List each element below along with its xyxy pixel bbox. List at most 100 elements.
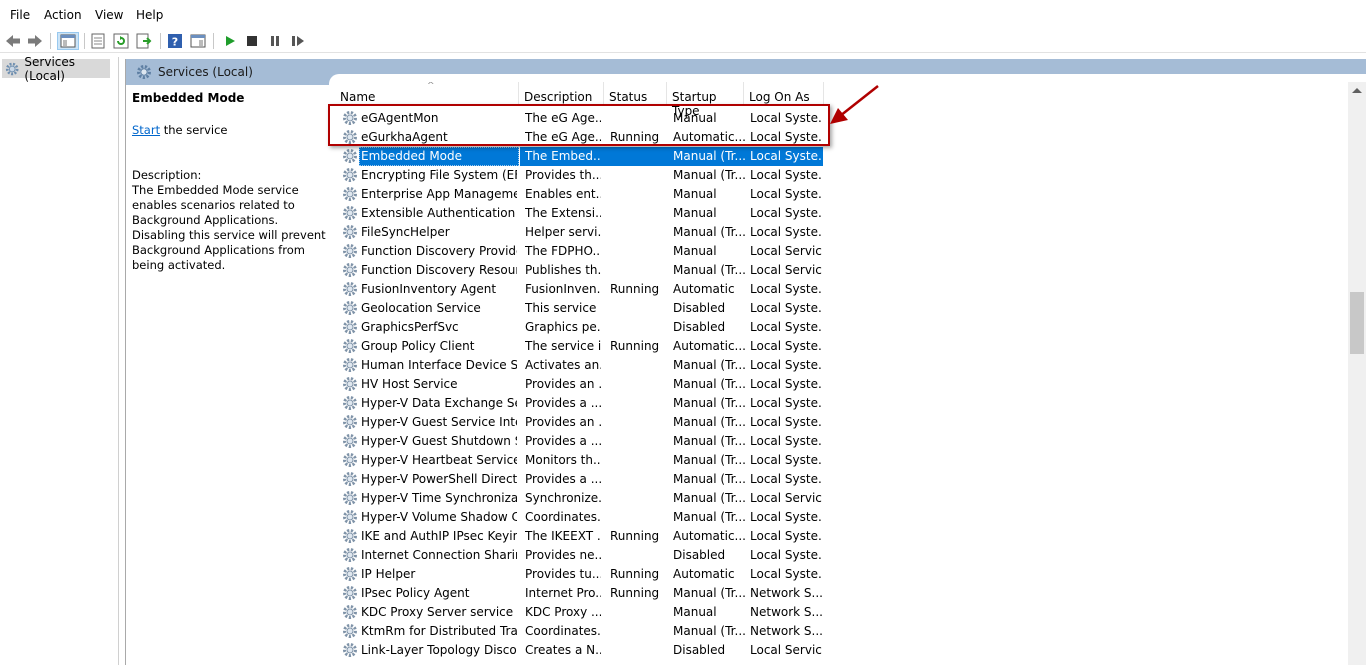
start-service-icon[interactable] xyxy=(221,32,239,50)
service-row[interactable]: Hyper-V Guest Shutdown S... Provides a ..… xyxy=(335,432,825,451)
start-service-link[interactable]: Start xyxy=(132,123,160,137)
stop-service-icon[interactable] xyxy=(243,32,261,50)
service-log-on-as: Local Syste... xyxy=(750,415,822,429)
services-gear-icon xyxy=(5,62,19,75)
service-log-on-as: Local Syste... xyxy=(750,225,822,239)
service-row[interactable]: Hyper-V Guest Service Inter... Provides a… xyxy=(335,413,825,432)
service-log-on-as: Local Syste... xyxy=(750,396,822,410)
service-row[interactable]: eGAgentMon The eG Age... Manual Local Syste… xyxy=(335,109,825,128)
service-row[interactable]: Hyper-V PowerShell Direct ... Provides a … xyxy=(335,470,825,489)
export-list-icon[interactable] xyxy=(135,32,153,50)
service-row[interactable]: Enterprise App Managemen... Enables ent..… xyxy=(335,185,825,204)
service-log-on-as: Local Syste... xyxy=(750,111,822,125)
service-gear-icon xyxy=(342,395,358,411)
service-gear-icon xyxy=(342,528,358,544)
service-row[interactable]: Group Policy Client The service i... Runni… xyxy=(335,337,825,356)
service-name: Hyper-V Guest Service Inter... xyxy=(361,415,517,429)
service-row[interactable]: Function Discovery Resourc... Publishes t… xyxy=(335,261,825,280)
service-name: IPsec Policy Agent xyxy=(361,586,470,600)
service-log-on-as: Local Syste... xyxy=(750,130,822,144)
service-name: Group Policy Client xyxy=(361,339,475,353)
forward-arrow-icon[interactable] xyxy=(26,32,44,50)
details-pane: Embedded Mode Start the service Descript… xyxy=(132,89,332,273)
service-gear-icon xyxy=(342,566,358,582)
service-name: GraphicsPerfSvc xyxy=(361,320,459,334)
service-row[interactable]: HV Host Service Provides an ... Manual (Tr… xyxy=(335,375,825,394)
service-row[interactable]: IP Helper Provides tu... Running Automatic L… xyxy=(335,565,825,584)
service-name: FileSyncHelper xyxy=(361,225,450,239)
menu-bar: File Action View Help xyxy=(0,6,1366,26)
service-row[interactable]: Hyper-V Time Synchronizati... Synchronize… xyxy=(335,489,825,508)
services-gear-icon xyxy=(137,65,151,79)
service-row[interactable]: FusionInventory Agent FusionInven... Runni… xyxy=(335,280,825,299)
service-name: Hyper-V Volume Shadow C... xyxy=(361,510,517,524)
menu-help[interactable]: Help xyxy=(136,6,163,26)
service-description: The eG Age... xyxy=(525,111,601,125)
service-gear-icon xyxy=(342,490,358,506)
service-startup-type: Disabled xyxy=(673,548,726,562)
vertical-scrollbar[interactable] xyxy=(1348,82,1366,665)
service-row[interactable]: IPsec Policy Agent Internet Pro... Running… xyxy=(335,584,825,603)
service-log-on-as: Local Service xyxy=(750,244,822,258)
menu-file[interactable]: File xyxy=(10,6,30,26)
scrollbar-thumb[interactable] xyxy=(1350,292,1364,354)
back-arrow-icon[interactable] xyxy=(4,32,22,50)
service-description: Coordinates... xyxy=(525,624,601,638)
service-status: Running xyxy=(610,130,660,144)
service-startup-type: Manual xyxy=(673,187,717,201)
service-name: Hyper-V Guest Shutdown S... xyxy=(361,434,517,448)
column-header-description[interactable]: Description xyxy=(519,82,604,106)
service-startup-type: Manual xyxy=(673,206,717,220)
service-description: The Extensi... xyxy=(525,206,601,220)
service-row[interactable]: Extensible Authentication P... The Extens… xyxy=(335,204,825,223)
service-description: The FDPHO... xyxy=(525,244,601,258)
service-row[interactable]: eGurkhaAgent The eG Age... Running Automati… xyxy=(335,128,825,147)
service-row[interactable]: Encrypting File System (EFS) Provides th.… xyxy=(335,166,825,185)
service-row[interactable]: KDC Proxy Server service (K... KDC Proxy … xyxy=(335,603,825,622)
service-row[interactable]: Link-Layer Topology Discov... Creates a N… xyxy=(335,641,825,660)
service-row[interactable]: Hyper-V Volume Shadow C... Coordinates...… xyxy=(335,508,825,527)
service-row[interactable]: Hyper-V Data Exchange Ser... Provides a .… xyxy=(335,394,825,413)
service-name: HV Host Service xyxy=(361,377,458,391)
service-row[interactable]: Function Discovery Provide... The FDPHO..… xyxy=(335,242,825,261)
menu-view[interactable]: View xyxy=(95,6,123,26)
show-action-pane-icon[interactable] xyxy=(189,32,207,50)
menu-action[interactable]: Action xyxy=(44,6,82,26)
service-row[interactable]: Internet Connection Sharin... Provides ne… xyxy=(335,546,825,565)
show-console-tree-icon[interactable] xyxy=(57,32,79,50)
service-gear-icon xyxy=(342,623,358,639)
service-row[interactable]: Human Interface Device Ser... Activates a… xyxy=(335,356,825,375)
tree-item-services-local[interactable]: Services (Local) xyxy=(2,55,110,83)
column-header-startup-type[interactable]: Startup Type xyxy=(667,82,744,118)
service-status: Running xyxy=(610,529,660,543)
service-startup-type: Manual (Tr... xyxy=(673,358,745,372)
service-row[interactable]: KtmRm for Distributed Tran... Coordinates… xyxy=(335,622,825,641)
service-description: Provides an ... xyxy=(525,415,601,429)
properties-sheet-icon[interactable] xyxy=(89,32,107,50)
service-row[interactable]: Geolocation Service This service ... Disab… xyxy=(335,299,825,318)
service-log-on-as: Local Syste... xyxy=(750,282,822,296)
scroll-up-icon[interactable] xyxy=(1352,88,1362,93)
service-row[interactable]: FileSyncHelper Helper servi... Manual (Tr.… xyxy=(335,223,825,242)
service-row[interactable]: IKE and AuthIP IPsec Keying... The IKEEXT… xyxy=(335,527,825,546)
help-icon[interactable]: ? xyxy=(166,32,184,50)
restart-service-icon[interactable] xyxy=(289,32,307,50)
service-log-on-as: Local Service xyxy=(750,643,822,657)
pause-service-icon[interactable] xyxy=(266,32,284,50)
service-log-on-as: Local Syste... xyxy=(750,149,822,163)
service-log-on-as: Local Syste... xyxy=(750,434,822,448)
column-header-status[interactable]: Status xyxy=(604,82,667,106)
column-header-log-on-as[interactable]: Log On As xyxy=(744,82,824,106)
service-row[interactable]: Embedded Mode The Embed... Manual (Tr... Lo… xyxy=(335,147,825,166)
service-title: Embedded Mode xyxy=(132,91,245,105)
service-gear-icon xyxy=(342,471,358,487)
column-header-name[interactable]: Name xyxy=(335,82,519,106)
tree-item-label: Services (Local) xyxy=(24,54,76,83)
service-description: Provides ne... xyxy=(525,548,601,562)
service-row[interactable]: GraphicsPerfSvc Graphics pe... Disabled Loc… xyxy=(335,318,825,337)
service-name: FusionInventory Agent xyxy=(361,282,497,296)
start-service-text: the service xyxy=(160,123,228,137)
service-gear-icon xyxy=(342,243,358,259)
service-row[interactable]: Hyper-V Heartbeat Service Monitors th... M… xyxy=(335,451,825,470)
refresh-icon[interactable] xyxy=(112,32,130,50)
